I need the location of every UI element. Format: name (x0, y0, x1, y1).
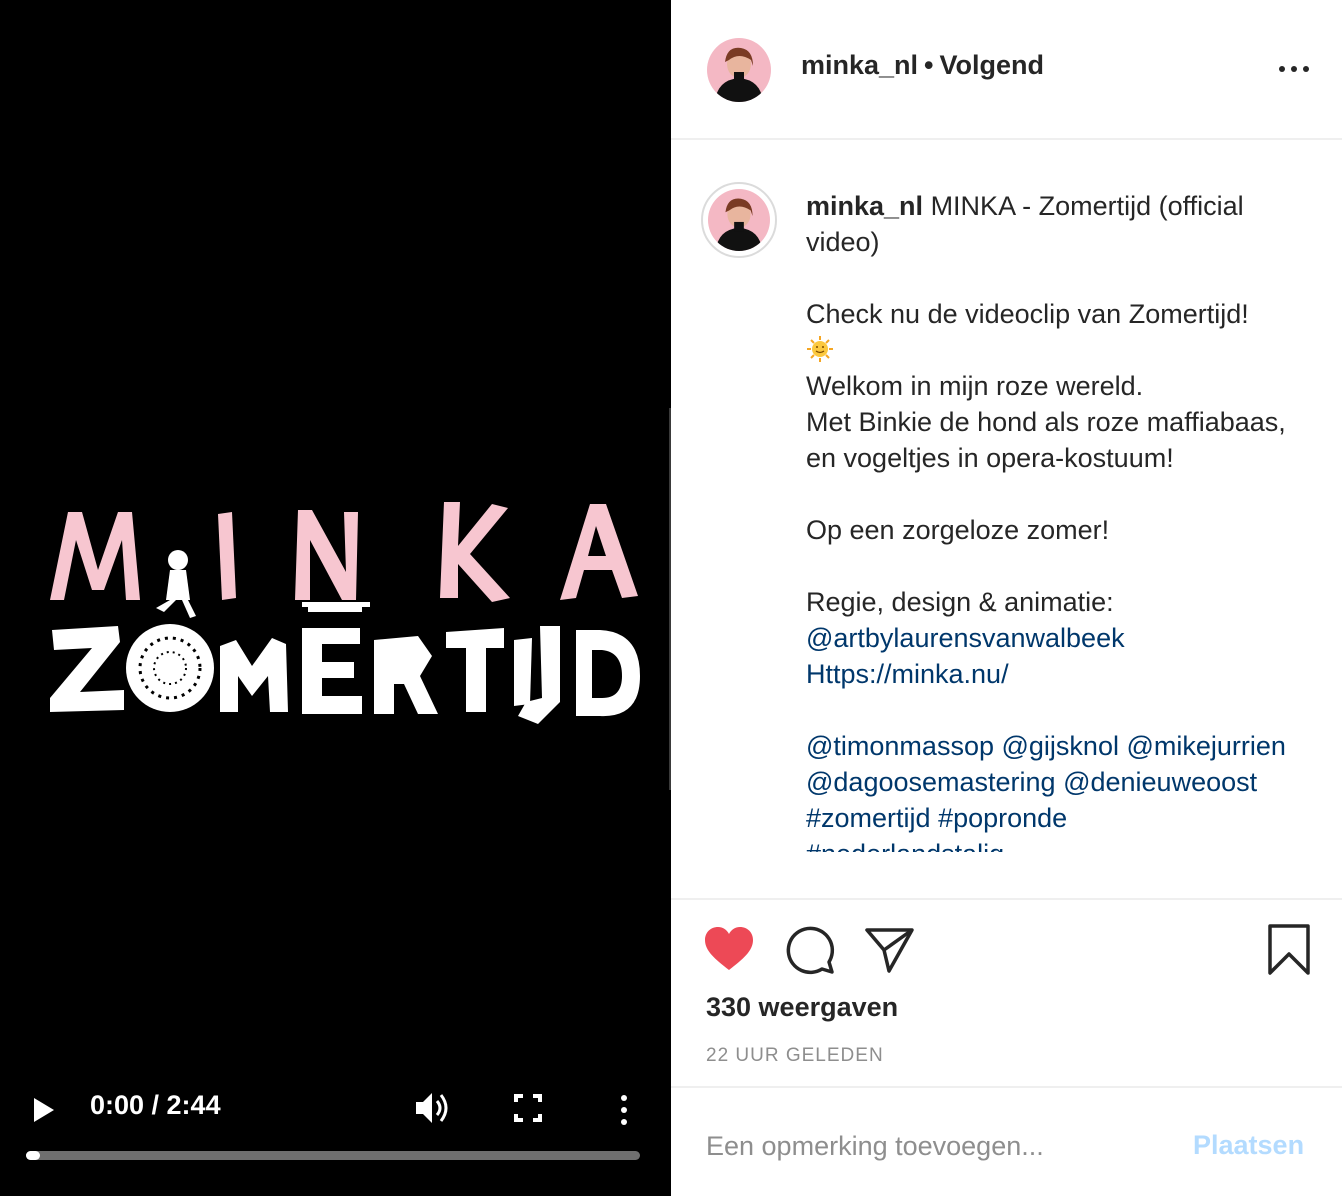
instagram-post-modal: 0:00 / 2:44 minka_nl • Volgend minka_nl … (0, 0, 1342, 1196)
post-comment-button[interactable]: Plaatsen (1193, 1130, 1304, 1161)
header-username-line: minka_nl • Volgend (801, 50, 1044, 81)
hashtag-link[interactable]: #nederlandstalig (806, 839, 1004, 852)
comment-form: Plaatsen (671, 1086, 1342, 1196)
website-link[interactable]: Https://minka.nu/ (806, 659, 1009, 689)
video-progress-fill (26, 1151, 40, 1160)
caption-line: Op een zorgeloze zomer! (806, 515, 1110, 545)
post-details-panel: minka_nl • Volgend minka_nl MINKA - Zome… (671, 0, 1342, 1196)
caption-scroll-area[interactable]: minka_nl MINKA - Zomertijd (official vid… (671, 142, 1342, 890)
caption-avatar[interactable] (708, 189, 770, 251)
post-header: minka_nl • Volgend (671, 0, 1342, 140)
bookmark-icon[interactable] (1267, 924, 1311, 976)
caption-line: Met Binkie de hond als roze maffiabaas, … (806, 407, 1286, 473)
video-player[interactable]: 0:00 / 2:44 (0, 0, 671, 1196)
play-icon[interactable] (28, 1088, 60, 1132)
hashtag-link[interactable]: #popronde (938, 803, 1067, 833)
mention-link[interactable]: @gijsknol (1002, 731, 1119, 761)
caption-username[interactable]: minka_nl (806, 191, 923, 221)
caption-line: Regie, design & animatie: (806, 587, 1114, 617)
fullscreen-icon[interactable] (510, 1088, 546, 1128)
caption-line: Welkom in mijn roze wereld. (806, 371, 1144, 401)
volume-icon[interactable] (412, 1086, 452, 1130)
separator-dot: • (924, 50, 934, 80)
caption-line: Check nu de videoclip van Zomertijd! (806, 299, 1249, 329)
caption-text: minka_nl MINKA - Zomertijd (official vid… (806, 188, 1316, 852)
heart-icon[interactable] (703, 926, 755, 972)
share-icon[interactable] (864, 926, 916, 974)
comment-input[interactable] (706, 1128, 1166, 1164)
post-timestamp[interactable]: 22 UUR GELEDEN (706, 1045, 884, 1067)
header-username[interactable]: minka_nl (801, 50, 918, 80)
hashtag-link[interactable]: #zomertijd (806, 803, 931, 833)
sun-emoji-icon (807, 336, 833, 362)
video-time: 0:00 / 2:44 (90, 1090, 221, 1120)
mention-link[interactable]: @timonmassop (806, 731, 994, 761)
post-actions: 330 weergaven 22 UUR GELEDEN (671, 898, 1342, 1086)
follow-status-button[interactable]: Volgend (940, 50, 1045, 80)
avatar[interactable] (707, 38, 771, 102)
view-count[interactable]: 330 weergaven (706, 992, 898, 1023)
comment-icon[interactable] (784, 924, 836, 976)
mention-link[interactable]: @denieuweoost (1063, 767, 1257, 797)
mention-link[interactable]: @mikejurrien (1126, 731, 1285, 761)
more-options-icon[interactable] (1277, 58, 1311, 80)
minka-zomertijd-logo (50, 502, 640, 724)
mention-link[interactable]: @artbylaurensvanwalbeek (806, 623, 1125, 653)
mention-link[interactable]: @dagoosemastering (806, 767, 1056, 797)
video-controls: 0:00 / 2:44 (0, 1080, 671, 1196)
video-progress-bar[interactable] (26, 1151, 640, 1160)
more-options-icon[interactable] (612, 1086, 636, 1130)
